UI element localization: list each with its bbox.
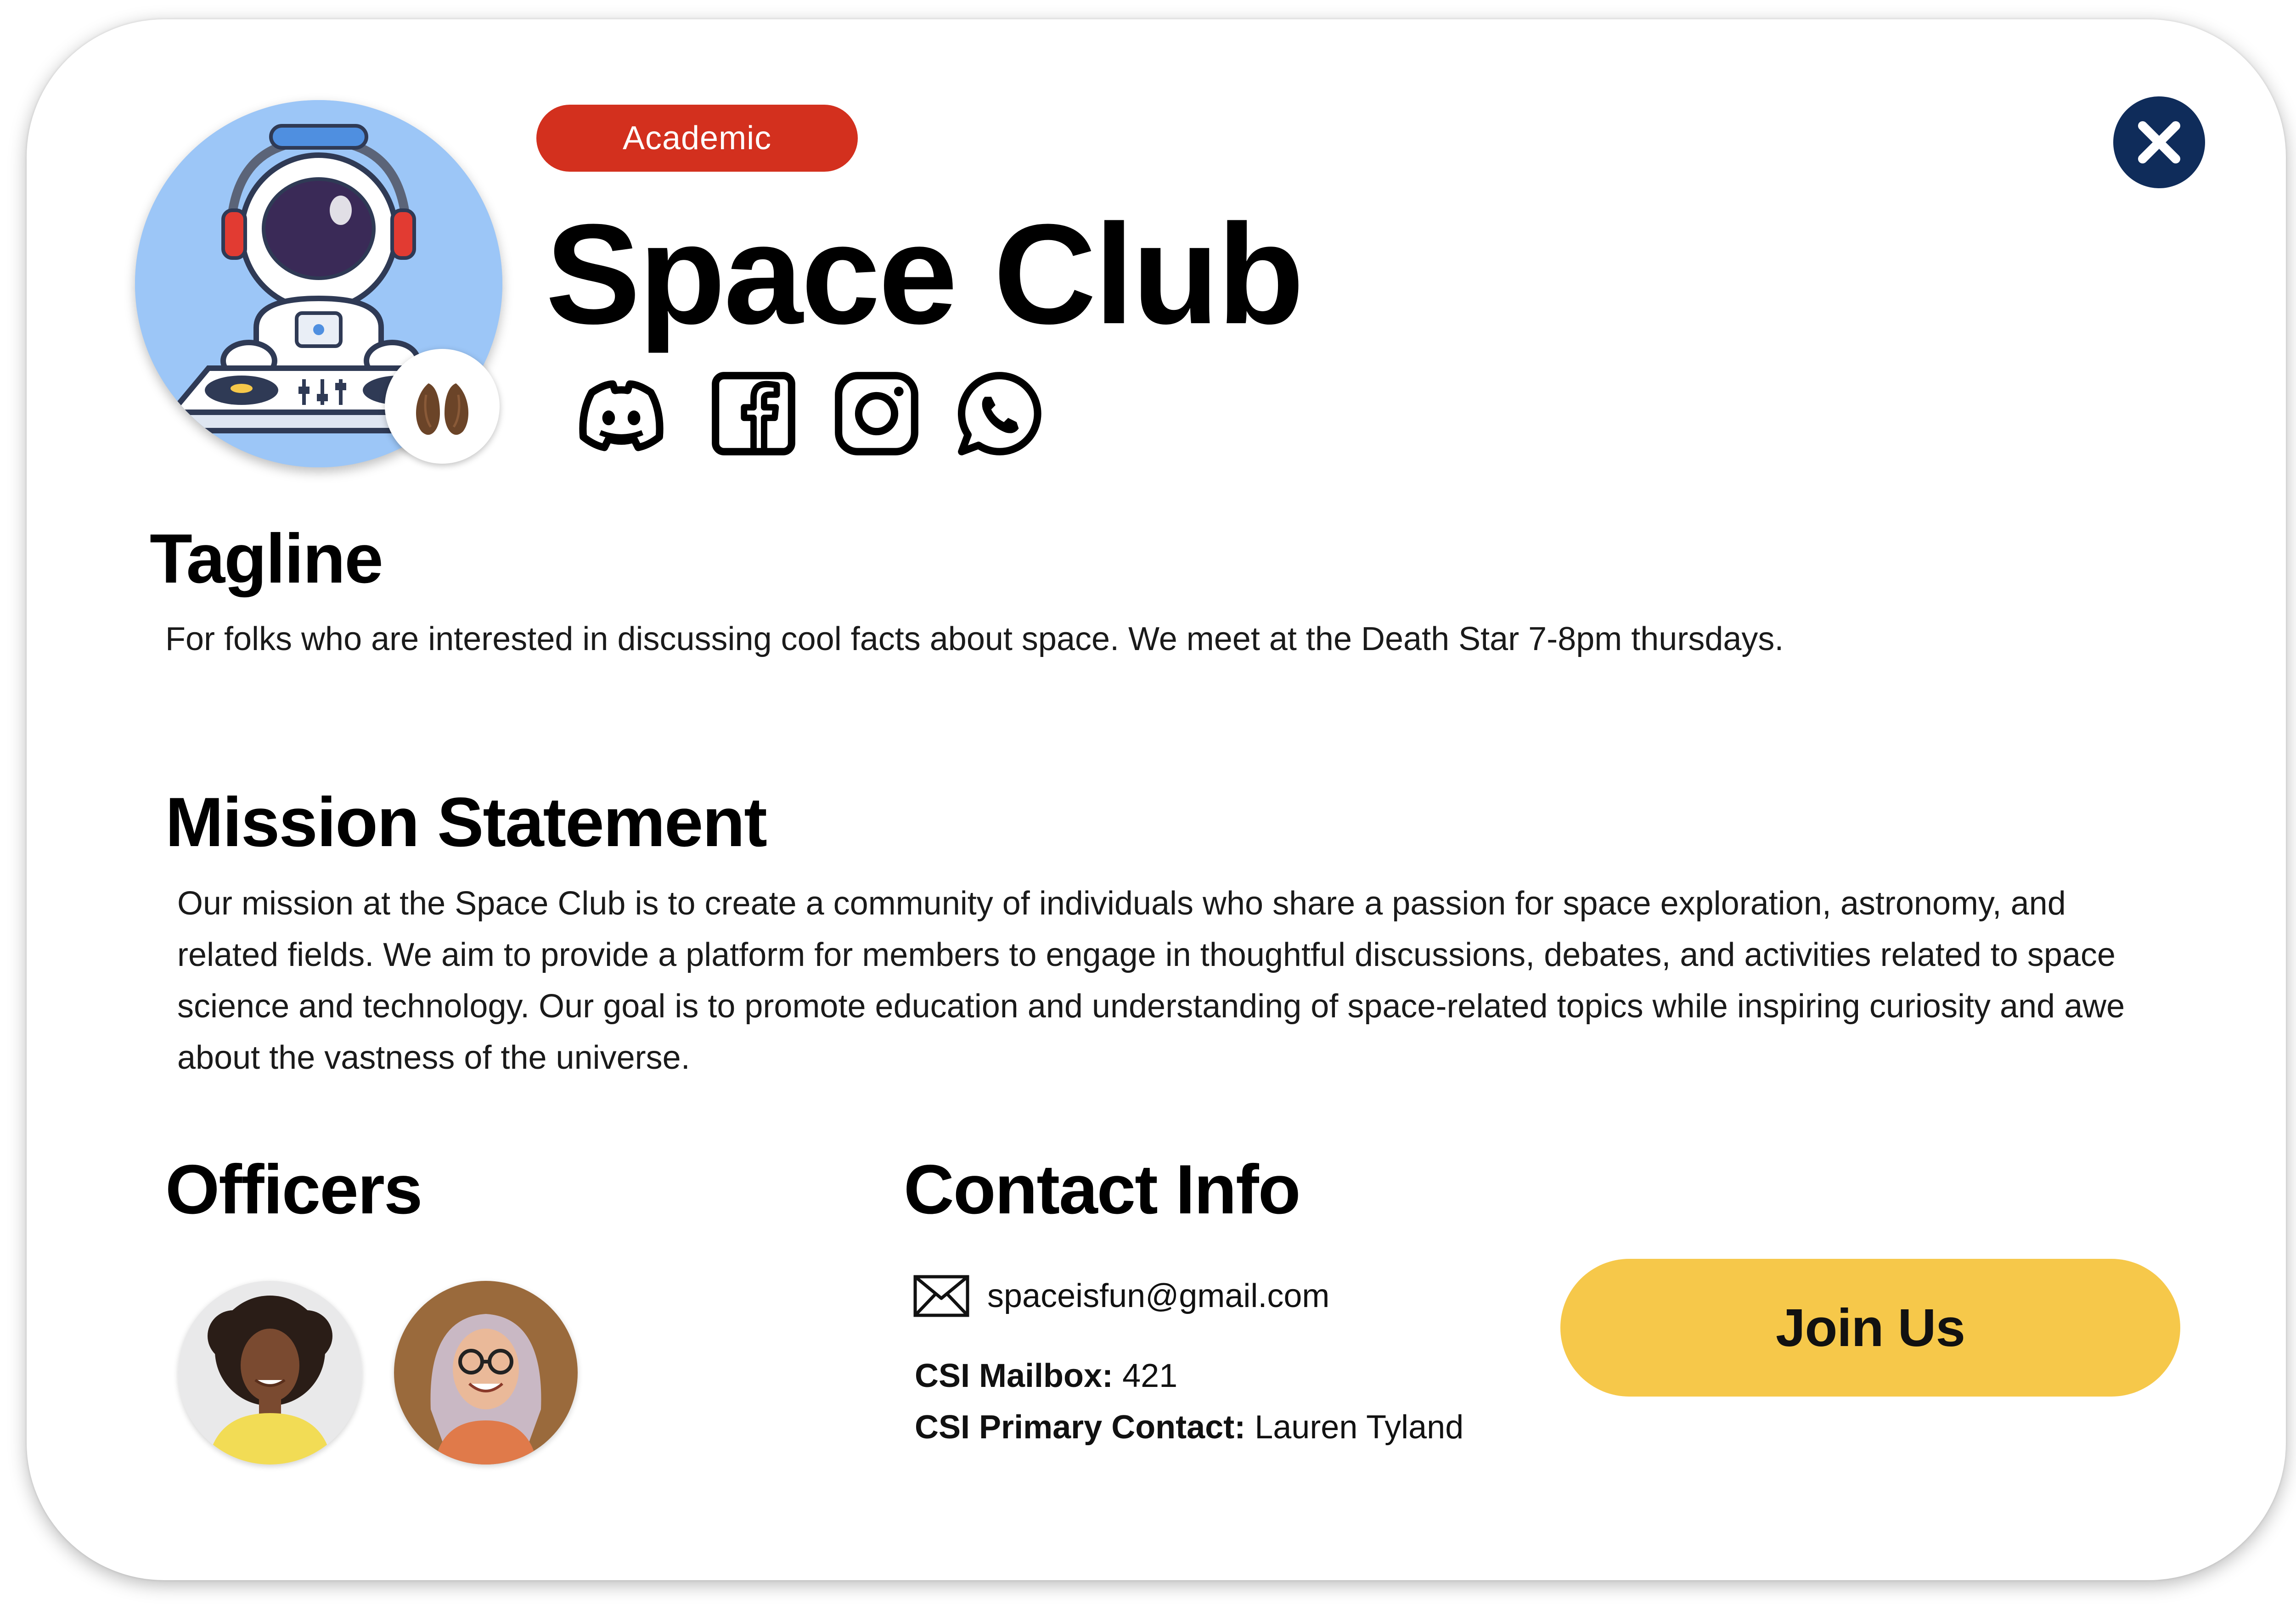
- instagram-icon[interactable]: [824, 361, 929, 466]
- close-icon: [2138, 121, 2180, 163]
- officers-heading: Officers: [165, 1150, 422, 1229]
- csi-primary-contact-label: CSI Primary Contact:: [915, 1409, 1246, 1446]
- category-badge: Academic: [536, 105, 858, 172]
- mission-heading: Mission Statement: [165, 783, 767, 861]
- facebook-icon[interactable]: [701, 361, 806, 466]
- club-title: Space Club: [546, 194, 1304, 354]
- whatsapp-icon[interactable]: [947, 361, 1052, 466]
- join-us-button[interactable]: Join Us: [1560, 1259, 2180, 1397]
- almond-badge: [385, 349, 500, 464]
- csi-primary-contact: CSI Primary Contact: Lauren Tyland: [915, 1407, 1463, 1448]
- mail-icon: [913, 1274, 970, 1318]
- tagline-text: For folks who are interested in discussi…: [165, 621, 1784, 657]
- contact-email[interactable]: spaceisfun@gmail.com: [987, 1275, 1329, 1317]
- csi-mailbox: CSI Mailbox: 421: [915, 1355, 1177, 1397]
- officer-avatar[interactable]: [394, 1281, 578, 1464]
- discord-icon[interactable]: [568, 361, 674, 466]
- contact-heading: Contact Info: [904, 1150, 1301, 1229]
- csi-mailbox-label: CSI Mailbox:: [915, 1358, 1114, 1394]
- csi-primary-contact-value: Lauren Tyland: [1255, 1409, 1464, 1446]
- club-detail-card: Academic Space Club Tagline For folks wh…: [27, 19, 2286, 1580]
- csi-mailbox-value: 421: [1122, 1358, 1178, 1394]
- tagline-heading: Tagline: [150, 520, 383, 598]
- almond-icon: [416, 383, 468, 435]
- officer-avatar[interactable]: [178, 1281, 362, 1464]
- close-button[interactable]: [2113, 96, 2205, 188]
- mission-text: Our mission at the Space Club is to crea…: [177, 885, 2125, 1076]
